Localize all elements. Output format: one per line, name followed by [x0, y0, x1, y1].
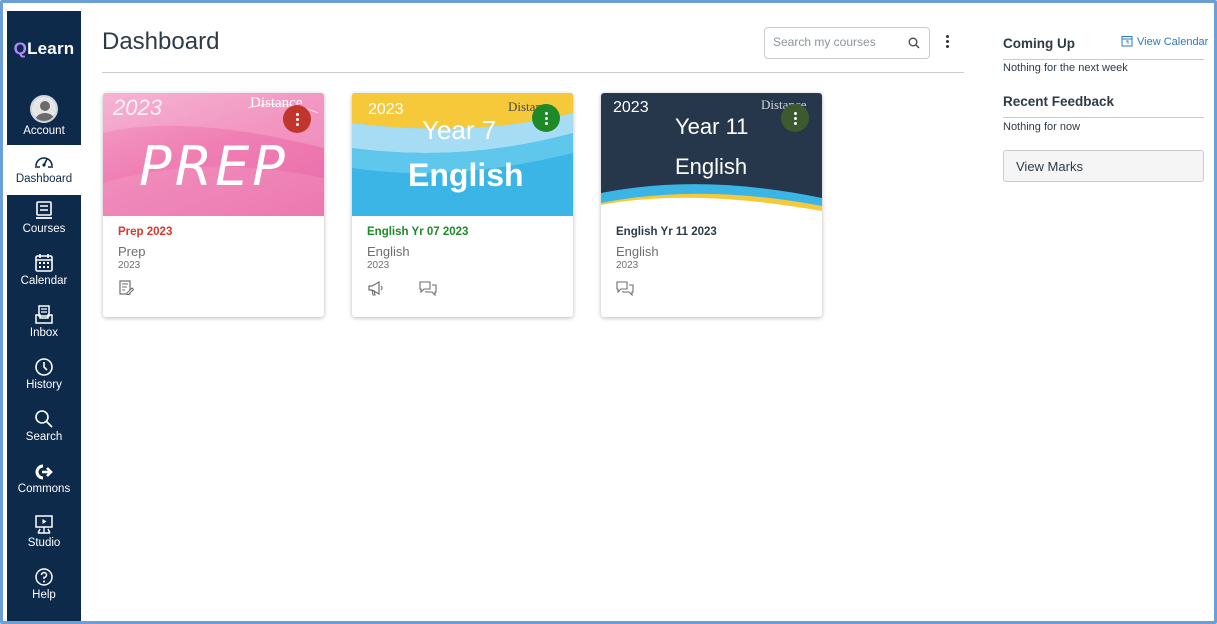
nav-label-studio: Studio [27, 537, 61, 549]
app-frame: QLearn Account Dashboard Courses Calenda… [0, 0, 1217, 624]
card-body: Prep 2023 Prep 2023 [103, 216, 324, 297]
course-term: 2023 [118, 260, 141, 271]
course-search[interactable] [764, 27, 930, 59]
course-term: 2023 [616, 260, 639, 271]
logo-text: Learn [27, 39, 75, 58]
course-card-year11-english[interactable]: 2023 Distance Year 11 English English Yr… [601, 93, 822, 317]
commons-icon [35, 464, 53, 480]
coming-up-heading: Coming Up [1003, 36, 1075, 51]
avatar [30, 95, 58, 123]
course-name: English [616, 244, 659, 259]
card-action-icons [616, 279, 807, 297]
global-nav: QLearn Account Dashboard Courses Calenda… [7, 11, 81, 621]
view-calendar-label: View Calendar [1137, 36, 1209, 48]
history-icon [35, 358, 53, 376]
course-code[interactable]: Prep 2023 [118, 226, 309, 238]
studio-icon [35, 515, 53, 534]
search-icon[interactable] [908, 37, 920, 49]
nav-item-studio[interactable]: Studio [7, 515, 81, 561]
header-divider [102, 72, 964, 73]
nav-label-help: Help [32, 589, 56, 601]
nav-label-courses: Courses [22, 223, 66, 235]
card-options-button-prep[interactable] [283, 105, 311, 133]
nav-label-search: Search [25, 431, 63, 443]
hero-title-line2: English [675, 154, 748, 179]
recent-feedback-heading: Recent Feedback [1003, 94, 1115, 109]
discussions-icon[interactable] [616, 280, 634, 296]
course-code[interactable]: English Yr 07 2023 [367, 226, 558, 238]
coming-up-empty-text: Nothing for the next week [1003, 62, 1128, 74]
hero-title-line2: English [408, 157, 524, 193]
hero-year: 2023 [113, 95, 162, 120]
calendar-icon [1121, 36, 1133, 47]
hero-title-line1: Year 7 [422, 115, 497, 145]
nav-item-courses[interactable]: Courses [7, 201, 81, 247]
nav-label-dashboard: Dashboard [15, 173, 73, 185]
page-title: Dashboard [102, 28, 220, 55]
nav-item-calendar[interactable]: Calendar [7, 253, 81, 299]
hero-year: 2023 [368, 101, 404, 118]
calendar-icon [35, 254, 53, 272]
card-options-button[interactable] [532, 104, 560, 132]
nav-item-help[interactable]: Help [7, 567, 81, 613]
nav-item-history[interactable]: History [7, 357, 81, 403]
view-calendar-link[interactable]: View Calendar [1121, 35, 1208, 48]
course-name: English [367, 244, 410, 259]
logo-q: Q [13, 39, 28, 58]
card-action-icons [367, 279, 558, 297]
search-input[interactable] [773, 35, 901, 49]
inbox-icon [35, 305, 53, 324]
nav-item-inbox[interactable]: Inbox [7, 305, 81, 351]
hero-title-line1: Year 11 [675, 114, 749, 139]
card-options-button[interactable] [781, 104, 809, 132]
course-name: Prep [118, 244, 146, 259]
assignments-icon[interactable] [118, 280, 134, 296]
course-card-year7-english[interactable]: 2023 Distance Year 7 English English Yr … [352, 93, 573, 317]
card-action-icons [118, 279, 309, 297]
dashboard-options-button[interactable] [940, 33, 954, 53]
nav-item-search[interactable]: Search [7, 409, 81, 455]
nav-item-account[interactable]: Account [7, 91, 81, 139]
courses-icon [36, 201, 52, 219]
view-marks-button[interactable]: View Marks [1003, 150, 1204, 182]
course-card-image[interactable]: 2023 Distance Year 11 English [601, 93, 822, 216]
recent-feedback-divider [1003, 117, 1204, 118]
help-icon [35, 568, 53, 586]
nav-label-calendar: Calendar [20, 275, 68, 287]
course-term: 2023 [367, 260, 390, 271]
course-code[interactable]: English Yr 11 2023 [616, 226, 807, 238]
announcements-icon[interactable] [367, 280, 385, 296]
nav-label-account: Account [23, 125, 65, 137]
qlearn-logo[interactable]: QLearn [7, 11, 81, 59]
hero-year: 2023 [613, 99, 649, 116]
nav-label-inbox: Inbox [29, 327, 59, 339]
dashboard-icon [35, 157, 53, 168]
hero-title: PREP [139, 135, 288, 198]
search-icon [35, 410, 53, 428]
discussions-icon[interactable] [419, 280, 438, 296]
nav-label-history: History [26, 379, 62, 391]
feedback-empty-text: Nothing for now [1003, 121, 1081, 133]
nav-label-commons: Commons [17, 483, 71, 495]
nav-item-commons[interactable]: Commons [7, 463, 81, 509]
coming-up-divider [1003, 59, 1204, 60]
nav-item-dashboard[interactable]: Dashboard [7, 145, 81, 195]
course-card-image[interactable]: 2023 Distance Year 7 English [352, 93, 573, 216]
card-body: English Yr 11 2023 English 2023 [601, 216, 822, 297]
card-body: English Yr 07 2023 English 2023 [352, 216, 573, 297]
